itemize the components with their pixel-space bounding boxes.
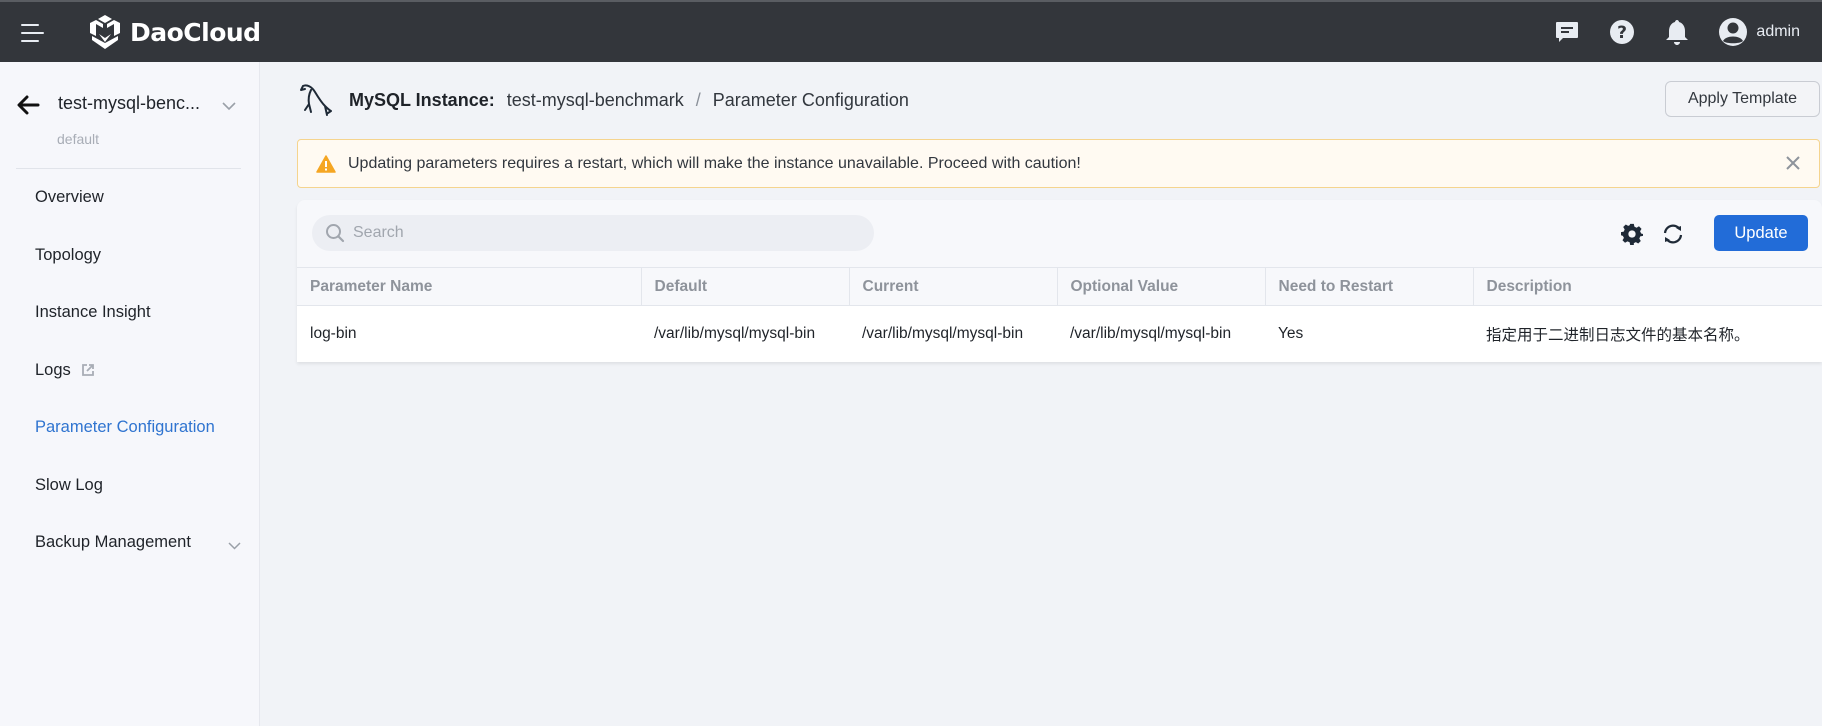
column-header-default[interactable]: Default [641,267,850,306]
column-header-current[interactable]: Current [849,267,1058,306]
cell-default: /var/lib/mysql/mysql-bin [641,305,849,362]
daocloud-logo-icon [90,15,120,49]
nav-label: Backup Management [35,533,191,552]
search-box[interactable] [312,215,874,251]
bell-icon[interactable] [1663,18,1691,46]
column-header-optional-value[interactable]: Optional Value [1057,267,1266,306]
logo[interactable]: DaoCloud [88,14,261,50]
cell-description: 指定用于二进制日志文件的基本名称。 [1473,305,1822,362]
nav-label: Topology [35,245,102,264]
gear-icon[interactable] [1620,222,1644,246]
nav-label: Logs [35,360,71,379]
help-icon[interactable]: ? [1608,18,1636,46]
column-header-parameter-name[interactable]: Parameter Name [297,267,642,306]
mysql-dolphin-icon [300,84,332,116]
sidebar-item-instance-insight[interactable]: Instance Insight [0,284,259,342]
warning-alert: Updating parameters requires a restart, … [297,139,1820,188]
external-link-icon [81,363,95,377]
search-input[interactable] [353,224,853,242]
nav-label: Overview [35,188,104,207]
main-content: MySQL Instance: test-mysql-benchmark / P… [261,62,1822,726]
update-button[interactable]: Update [1714,215,1808,251]
parameter-table-card: Update Parameter Name Default Current Op… [297,200,1822,362]
parameter-table: Parameter Name Default Current Optional … [297,267,1822,362]
sidebar-item-overview[interactable]: Overview [0,169,259,227]
sidebar-item-slow-log[interactable]: Slow Log [0,457,259,515]
chat-icon[interactable] [1553,18,1581,46]
breadcrumb-separator: / [695,89,701,110]
apply-template-button[interactable]: Apply Template [1665,81,1820,117]
column-header-need-to-restart[interactable]: Need to Restart [1265,267,1474,306]
user-avatar-icon [1719,18,1748,46]
cell-optional-value: /var/lib/mysql/mysql-bin [1057,305,1265,362]
namespace-label: default [57,131,100,147]
breadcrumb-current-page: Parameter Configuration [712,89,909,110]
chevron-down-icon[interactable] [222,98,236,116]
close-icon[interactable] [1785,155,1801,176]
page-header: MySQL Instance: test-mysql-benchmark / P… [297,80,909,120]
back-arrow-icon[interactable] [16,95,40,120]
nav-label: Slow Log [35,475,103,494]
table-header-row: Parameter Name Default Current Optional … [297,267,1822,306]
chevron-down-icon [228,536,241,555]
refresh-icon[interactable] [1661,222,1685,246]
search-icon [326,224,345,243]
user-menu[interactable]: admin [1718,17,1800,47]
sidebar-item-logs[interactable]: Logs [0,342,259,400]
user-name: admin [1756,23,1800,40]
menu-icon[interactable] [21,22,47,44]
warning-icon [316,154,336,173]
alert-message: Updating parameters requires a restart, … [348,154,1081,172]
cell-need-to-restart: Yes [1265,305,1473,362]
table-row[interactable]: log-bin /var/lib/mysql/mysql-bin /var/li… [297,305,1822,362]
cell-current: /var/lib/mysql/mysql-bin [849,305,1057,362]
nav-label: Instance Insight [35,303,151,322]
nav-label: Parameter Configuration [35,418,215,437]
column-header-description[interactable]: Description [1473,267,1822,306]
page-title: MySQL Instance: [349,89,495,110]
svg-text:?: ? [1617,23,1627,43]
sidebar-nav: Overview Topology Instance Insight Logs … [0,169,259,572]
sidebar-item-backup-management[interactable]: Backup Management [0,514,259,572]
cell-parameter-name: log-bin [297,305,641,362]
sidebar-item-parameter-configuration[interactable]: Parameter Configuration [0,399,259,457]
top-bar: DaoCloud ? admin [0,0,1822,62]
instance-selector[interactable]: test-mysql-benc... [58,93,218,114]
sidebar: test-mysql-benc... default Overview Topo… [0,62,260,726]
brand-name: DaoCloud [130,17,261,47]
breadcrumb-instance[interactable]: test-mysql-benchmark [507,90,684,111]
sidebar-item-topology[interactable]: Topology [0,227,259,285]
